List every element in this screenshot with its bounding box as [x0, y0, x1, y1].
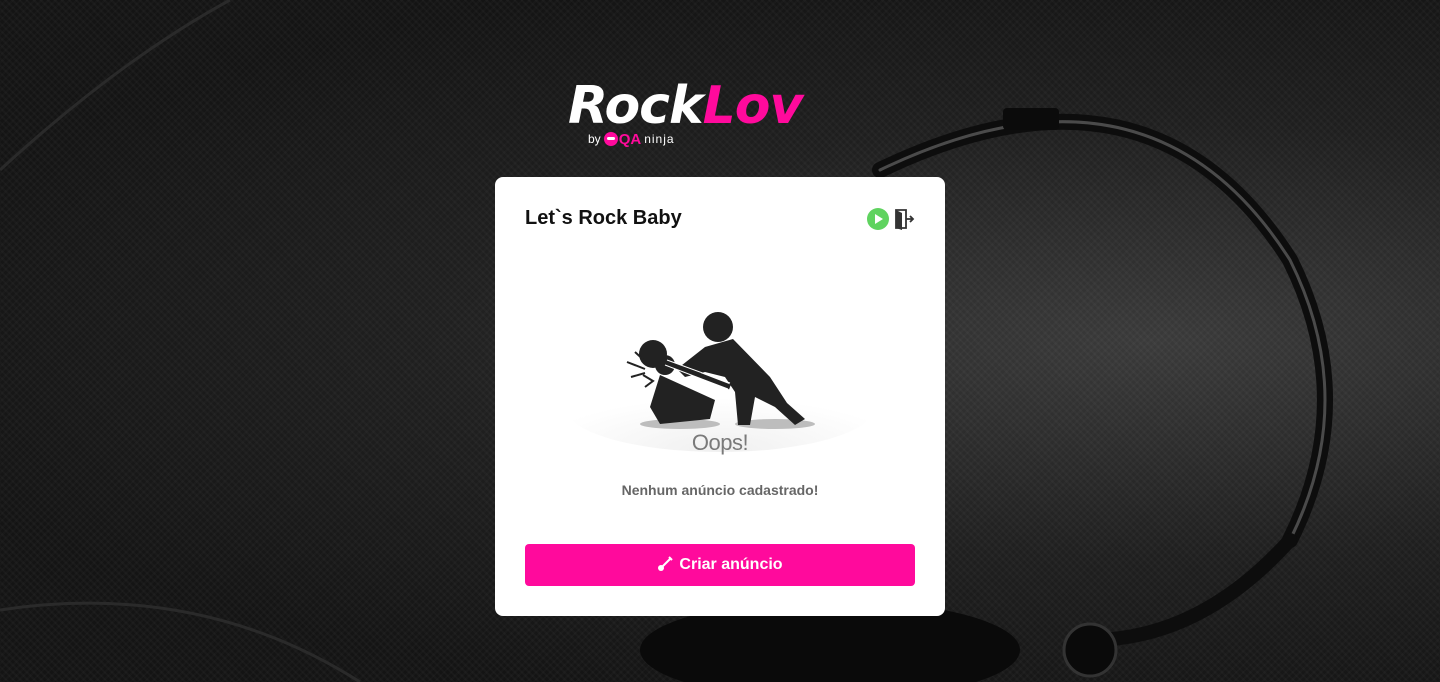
oops-heading: Oops! — [691, 430, 749, 455]
logo-wordmark: RockLov — [568, 76, 804, 136]
logo-by-qaninja: by QA ninja — [588, 130, 675, 148]
dashboard-card: Let`s Rock Baby Oops! Nenhum anúncio cad… — [495, 177, 945, 616]
logo-ninja-text: ninja — [644, 132, 675, 146]
logo-qa-text: QA — [618, 130, 642, 148]
rocklov-logo: RockLov by QA ninja — [568, 78, 878, 150]
create-ad-button-label: Criar anúncio — [679, 556, 783, 573]
create-ad-button[interactable]: Criar anúncio — [525, 544, 915, 586]
card-actions — [867, 208, 915, 230]
guitar-icon — [657, 555, 674, 575]
logo-by-text: by — [588, 132, 601, 146]
page-title: Let`s Rock Baby — [525, 207, 682, 229]
logo-rock-text: Rock — [568, 76, 704, 136]
logout-icon[interactable] — [893, 208, 915, 230]
logo-lov-text: Lov — [702, 76, 804, 136]
play-circle-icon[interactable] — [867, 208, 889, 230]
empty-state-message: Nenhum anúncio cadastrado! — [621, 482, 819, 498]
qaninja-icon: QA — [603, 130, 642, 148]
